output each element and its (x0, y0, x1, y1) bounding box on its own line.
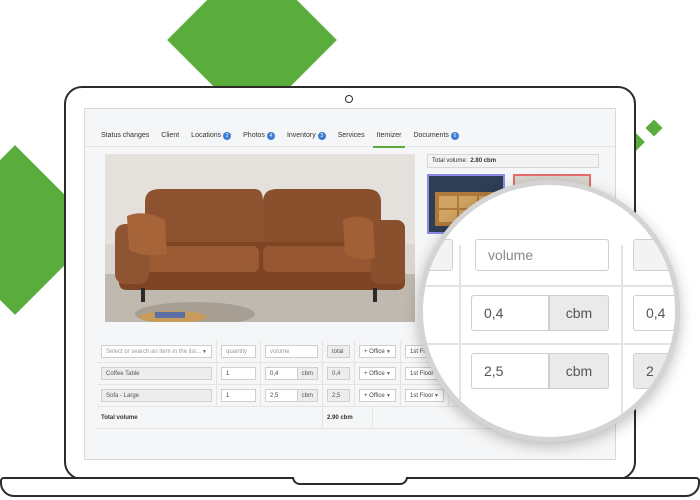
caret-down-icon: ▼ (386, 392, 391, 399)
sofa-photo (105, 154, 415, 322)
tab-locations[interactable]: Locations 2 (191, 125, 232, 147)
room-cell: + Office ▼ (355, 385, 401, 406)
count-badge: 4 (266, 131, 275, 140)
tab-inventory[interactable]: Inventory 3 (287, 125, 326, 147)
item-cell: Coffee Table (97, 363, 217, 384)
room-cell: + Office ▼ (355, 363, 401, 384)
magnified-volume-unit: cbm (549, 353, 609, 389)
item-cell: Sofa - Large (97, 385, 217, 406)
total-volume-box: Total volume: 2.80 cbm (427, 154, 599, 168)
total-cell: total (323, 341, 355, 362)
tab-photos[interactable]: Photos 4 (243, 125, 275, 147)
magnified-divider (423, 343, 675, 345)
row-total: 0,4 (327, 367, 350, 380)
room-select[interactable]: + Office ▼ (359, 389, 396, 402)
magnified-volume-value[interactable]: 0,4 (471, 295, 549, 331)
room-select-value: + Office (364, 348, 385, 355)
tab-label: Services (337, 132, 365, 139)
quantity-input[interactable]: quantity (221, 345, 256, 358)
row-total: 2,5 (327, 389, 350, 402)
total-cell: 2,5 (323, 385, 355, 406)
magnified-divider (621, 245, 623, 437)
count-badge: 3 (317, 131, 326, 140)
magnified-volume-input[interactable]: volume (475, 239, 609, 271)
quantity-cell: 1 (217, 363, 261, 384)
room-select[interactable]: + Office ▼ (359, 345, 396, 358)
magnifier-lens: volume 0,4 cbm 2,5 cbm 0,4 2 (418, 180, 680, 442)
item-name: Coffee Table (101, 367, 212, 380)
total-cell: 0,4 (323, 363, 355, 384)
count-badge: 0 (450, 131, 459, 140)
camera-icon (345, 95, 353, 103)
footer-label-cell: Total volume (97, 407, 323, 428)
magnified-total-value: 2 (633, 353, 675, 389)
tab-label: Client (161, 132, 180, 139)
laptop-base-notch (292, 477, 408, 485)
tab-status-changes[interactable]: Status changes (101, 125, 149, 147)
decorative-diamond-small (645, 119, 663, 137)
caret-down-icon: ▼ (386, 348, 391, 355)
main-photo[interactable] (105, 154, 415, 322)
magnified-volume-unit: cbm (549, 295, 609, 331)
tab-label: Documents (413, 132, 449, 139)
tab-label: Locations (191, 132, 222, 139)
magnified-partial-field (633, 239, 675, 271)
volume-input[interactable]: 0,4 (265, 367, 298, 380)
item-name: Sofa - Large (101, 389, 212, 402)
tab-itemizer[interactable]: Itemizer (372, 125, 406, 148)
tab-bar: Status changes Client Locations 2 Photos 4… (85, 125, 615, 148)
quantity-input[interactable]: 1 (221, 389, 256, 402)
tab-client[interactable]: Client (161, 125, 179, 147)
item-search-cell: Select or search an item in the list... … (97, 341, 217, 362)
room-select-value: + Office (364, 370, 385, 377)
tab-services[interactable]: Services (338, 125, 365, 147)
volume-unit: cbm (297, 389, 318, 402)
volume-input[interactable]: 2,5 (265, 389, 298, 402)
item-search-placeholder: Select or search an item in the list... (106, 348, 202, 355)
caret-down-icon: ▼ (202, 348, 207, 355)
tab-label: Inventory (286, 132, 316, 139)
magnified-total-value: 0,4 (633, 295, 675, 331)
footer-value-cell: 2.90 cbm (323, 407, 373, 428)
tab-label: Itemizer (376, 132, 402, 139)
volume-cell: volume (261, 341, 323, 362)
room-select-value: + Office (364, 392, 385, 399)
room-select[interactable]: + Office ▼ (359, 367, 396, 380)
volume-input[interactable]: volume (265, 345, 318, 358)
count-badge: 2 (223, 131, 232, 140)
tab-label: Status changes (101, 132, 150, 139)
quantity-cell: quantity (217, 341, 261, 362)
quantity-cell: 1 (217, 385, 261, 406)
tab-label: Photos (243, 132, 265, 139)
magnified-divider (423, 285, 675, 287)
caret-down-icon: ▼ (386, 370, 391, 377)
item-search-select[interactable]: Select or search an item in the list... … (101, 345, 212, 358)
footer-total-label: Total volume (101, 414, 138, 421)
magnified-partial-field (423, 239, 453, 271)
volume-cell: 2,5 cbm (261, 385, 323, 406)
volume-cell: 0,4 cbm (261, 363, 323, 384)
magnified-divider (459, 245, 461, 437)
magnified-volume-value[interactable]: 2,5 (471, 353, 549, 389)
total-field: total (327, 345, 350, 358)
total-volume-label: Total volume: (432, 158, 468, 164)
magnifier-content: volume 0,4 cbm 2,5 cbm 0,4 2 (423, 185, 675, 437)
quantity-input[interactable]: 1 (221, 367, 256, 380)
room-cell: + Office ▼ (355, 341, 401, 362)
volume-unit: cbm (297, 367, 318, 380)
footer-total-value: 2.90 cbm (327, 414, 353, 421)
tab-documents[interactable]: Documents 0 (413, 125, 459, 147)
total-volume-value: 2.80 cbm (470, 158, 497, 164)
